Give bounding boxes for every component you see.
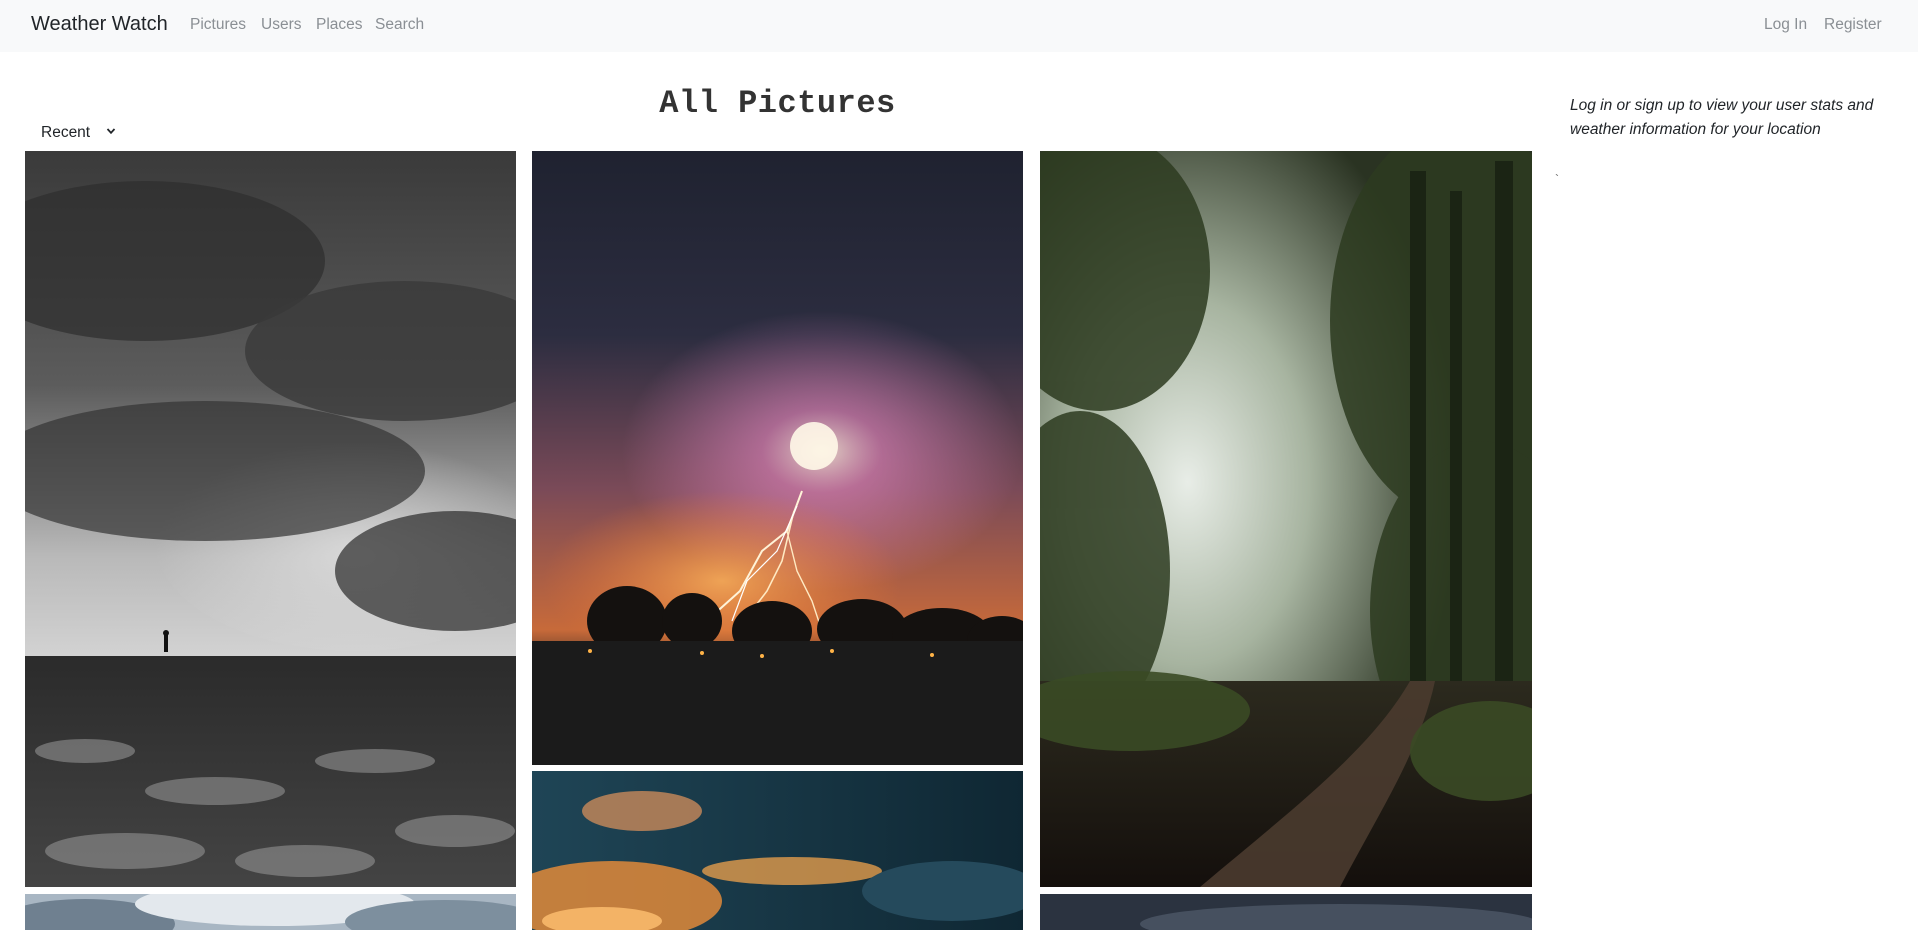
brand-link[interactable]: Weather Watch xyxy=(31,13,168,36)
picture-sunset-clouds[interactable] xyxy=(532,771,1023,930)
sort-dropdown[interactable]: Recent xyxy=(41,124,116,142)
chevron-down-icon xyxy=(107,128,116,135)
login-prompt-message: Log in or sign up to view your user stat… xyxy=(1570,97,1874,138)
picture-cloudy-sky-image xyxy=(25,894,516,930)
picture-lightning-storm[interactable] xyxy=(532,151,1023,765)
nav-link-places[interactable]: Places xyxy=(316,16,363,34)
register-link[interactable]: Register xyxy=(1824,16,1882,34)
picture-forest-path[interactable] xyxy=(1040,151,1532,887)
navbar: Weather Watch Pictures Users Places Sear… xyxy=(0,0,1918,52)
nav-link-users[interactable]: Users xyxy=(261,16,301,34)
picture-forest-path-image xyxy=(1040,151,1532,887)
login-link[interactable]: Log In xyxy=(1764,16,1807,34)
page-title: All Pictures xyxy=(659,85,896,123)
picture-storm-field-image xyxy=(25,151,516,887)
picture-cloudy-sky[interactable] xyxy=(25,894,516,930)
stray-mark: ` xyxy=(1555,172,1559,186)
picture-storm-field[interactable] xyxy=(25,151,516,887)
picture-dark-storm-image xyxy=(1040,894,1532,930)
picture-sunset-clouds-image xyxy=(532,771,1023,930)
picture-dark-storm[interactable] xyxy=(1040,894,1532,930)
picture-lightning-storm-image xyxy=(532,151,1023,765)
nav-link-pictures[interactable]: Pictures xyxy=(190,16,246,34)
sort-selected-label: Recent xyxy=(41,124,91,141)
nav-link-search[interactable]: Search xyxy=(375,16,424,34)
